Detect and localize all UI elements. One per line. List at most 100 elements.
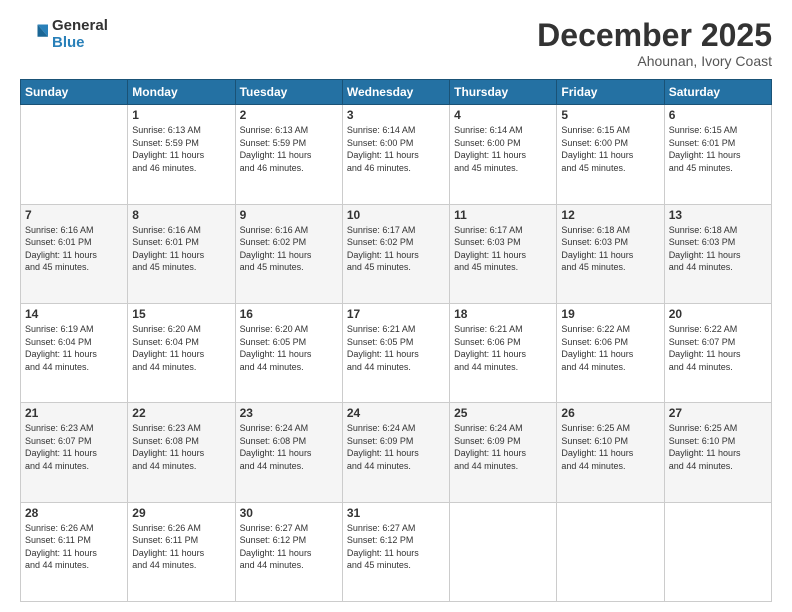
calendar-cell: 8Sunrise: 6:16 AMSunset: 6:01 PMDaylight… (128, 204, 235, 303)
calendar-cell: 7 Sunrise: 6:16 AMSunset: 6:01 PMDaylight… (21, 204, 128, 303)
cell-info: Sunrise: 6:18 AMSunset: 6:03 PMDaylight:… (561, 224, 659, 274)
logo-icon (20, 21, 48, 49)
day-number: 22 (132, 406, 230, 420)
calendar-cell: 15 Sunrise: 6:20 AMSunset: 6:04 PMDayligh… (128, 303, 235, 402)
calendar-cell: 28 Sunrise: 6:26 AMSunset: 6:11 PMDayligh… (21, 502, 128, 601)
location-subtitle: Ahounan, Ivory Coast (537, 53, 772, 69)
day-number: 28 (25, 506, 123, 520)
calendar-cell: 13 Sunrise: 6:18 AMSunset: 6:03 PMDayligh… (664, 204, 771, 303)
logo-blue: Blue (52, 35, 108, 52)
day-number: 6 (669, 108, 767, 122)
calendar-week-row: 7 Sunrise: 6:16 AMSunset: 6:01 PMDaylight… (21, 204, 772, 303)
day-number: 31 (347, 506, 445, 520)
calendar-cell: 9Sunrise: 6:16 AMSunset: 6:02 PMDaylight… (235, 204, 342, 303)
cell-info: Sunrise: 6:20 AMSunset: 6:05 PMDaylight:… (240, 323, 338, 373)
day-number: 1 (132, 108, 230, 122)
day-number: 26 (561, 406, 659, 420)
day-header-saturday: Saturday (664, 80, 771, 105)
calendar-cell (664, 502, 771, 601)
cell-info: Sunrise: 6:15 AMSunset: 6:00 PMDaylight:… (561, 124, 659, 174)
cell-info: Sunrise: 6:22 AMSunset: 6:06 PMDaylight:… (561, 323, 659, 373)
day-number: 7 (25, 208, 123, 222)
day-number: 3 (347, 108, 445, 122)
calendar-week-row: 21 Sunrise: 6:23 AMSunset: 6:07 PMDayligh… (21, 403, 772, 502)
day-number: 16 (240, 307, 338, 321)
day-number: 25 (454, 406, 552, 420)
cell-info: Sunrise: 6:14 AMSunset: 6:00 PMDaylight:… (454, 124, 552, 174)
calendar: SundayMondayTuesdayWednesdayThursdayFrid… (20, 79, 772, 602)
day-number: 27 (669, 406, 767, 420)
calendar-header-row: SundayMondayTuesdayWednesdayThursdayFrid… (21, 80, 772, 105)
calendar-cell: 29 Sunrise: 6:26 AMSunset: 6:11 PMDayligh… (128, 502, 235, 601)
calendar-cell: 26Sunrise: 6:25 AMSunset: 6:10 PMDayligh… (557, 403, 664, 502)
calendar-cell: 14 Sunrise: 6:19 AMSunset: 6:04 PMDayligh… (21, 303, 128, 402)
cell-info: Sunrise: 6:24 AMSunset: 6:09 PMDaylight:… (454, 422, 552, 472)
day-number: 19 (561, 307, 659, 321)
page: General Blue December 2025 Ahounan, Ivor… (0, 0, 792, 612)
cell-info: Sunrise: 6:17 AMSunset: 6:03 PMDaylight:… (454, 224, 552, 274)
day-number: 30 (240, 506, 338, 520)
cell-info: Sunrise: 6:15 AMSunset: 6:01 PMDaylight:… (669, 124, 767, 174)
cell-info: Sunrise: 6:21 AMSunset: 6:06 PMDaylight:… (454, 323, 552, 373)
day-header-monday: Monday (128, 80, 235, 105)
cell-info: Sunrise: 6:27 AMSunset: 6:12 PMDaylight:… (240, 522, 338, 572)
day-number: 14 (25, 307, 123, 321)
calendar-cell: 23 Sunrise: 6:24 AMSunset: 6:08 PMDayligh… (235, 403, 342, 502)
header: General Blue December 2025 Ahounan, Ivor… (20, 18, 772, 69)
day-number: 24 (347, 406, 445, 420)
day-number: 2 (240, 108, 338, 122)
calendar-cell: 27 Sunrise: 6:25 AMSunset: 6:10 PMDayligh… (664, 403, 771, 502)
cell-info: Sunrise: 6:20 AMSunset: 6:04 PMDaylight:… (132, 323, 230, 373)
cell-info: Sunrise: 6:25 AMSunset: 6:10 PMDaylight:… (669, 422, 767, 472)
calendar-cell (21, 105, 128, 204)
cell-info: Sunrise: 6:14 AMSunset: 6:00 PMDaylight:… (347, 124, 445, 174)
cell-info: Sunrise: 6:16 AMSunset: 6:01 PMDaylight:… (25, 224, 123, 274)
day-number: 23 (240, 406, 338, 420)
cell-info: Sunrise: 6:19 AMSunset: 6:04 PMDaylight:… (25, 323, 123, 373)
calendar-week-row: 14 Sunrise: 6:19 AMSunset: 6:04 PMDayligh… (21, 303, 772, 402)
month-title: December 2025 (537, 18, 772, 53)
day-number: 15 (132, 307, 230, 321)
cell-info: Sunrise: 6:23 AMSunset: 6:08 PMDaylight:… (132, 422, 230, 472)
cell-info: Sunrise: 6:26 AMSunset: 6:11 PMDaylight:… (132, 522, 230, 572)
cell-info: Sunrise: 6:26 AMSunset: 6:11 PMDaylight:… (25, 522, 123, 572)
day-number: 10 (347, 208, 445, 222)
day-header-sunday: Sunday (21, 80, 128, 105)
calendar-cell: 10 Sunrise: 6:17 AMSunset: 6:02 PMDayligh… (342, 204, 449, 303)
cell-info: Sunrise: 6:18 AMSunset: 6:03 PMDaylight:… (669, 224, 767, 274)
calendar-cell: 12Sunrise: 6:18 AMSunset: 6:03 PMDayligh… (557, 204, 664, 303)
cell-info: Sunrise: 6:13 AMSunset: 5:59 PMDaylight:… (240, 124, 338, 174)
cell-info: Sunrise: 6:17 AMSunset: 6:02 PMDaylight:… (347, 224, 445, 274)
calendar-cell: 20 Sunrise: 6:22 AMSunset: 6:07 PMDayligh… (664, 303, 771, 402)
calendar-cell: 17Sunrise: 6:21 AMSunset: 6:05 PMDayligh… (342, 303, 449, 402)
day-number: 4 (454, 108, 552, 122)
calendar-week-row: 1 Sunrise: 6:13 AMSunset: 5:59 PMDaylight… (21, 105, 772, 204)
title-block: December 2025 Ahounan, Ivory Coast (537, 18, 772, 69)
cell-info: Sunrise: 6:16 AMSunset: 6:01 PMDaylight:… (132, 224, 230, 274)
logo-general: General (52, 18, 108, 35)
calendar-cell: 16 Sunrise: 6:20 AMSunset: 6:05 PMDayligh… (235, 303, 342, 402)
cell-info: Sunrise: 6:16 AMSunset: 6:02 PMDaylight:… (240, 224, 338, 274)
calendar-cell: 3 Sunrise: 6:14 AMSunset: 6:00 PMDaylight… (342, 105, 449, 204)
day-number: 21 (25, 406, 123, 420)
cell-info: Sunrise: 6:23 AMSunset: 6:07 PMDaylight:… (25, 422, 123, 472)
calendar-cell: 25 Sunrise: 6:24 AMSunset: 6:09 PMDayligh… (450, 403, 557, 502)
day-header-tuesday: Tuesday (235, 80, 342, 105)
calendar-cell: 6 Sunrise: 6:15 AMSunset: 6:01 PMDaylight… (664, 105, 771, 204)
cell-info: Sunrise: 6:24 AMSunset: 6:08 PMDaylight:… (240, 422, 338, 472)
calendar-cell: 18Sunrise: 6:21 AMSunset: 6:06 PMDayligh… (450, 303, 557, 402)
calendar-cell (450, 502, 557, 601)
calendar-cell: 2 Sunrise: 6:13 AMSunset: 5:59 PMDaylight… (235, 105, 342, 204)
cell-info: Sunrise: 6:13 AMSunset: 5:59 PMDaylight:… (132, 124, 230, 174)
logo-text: General Blue (52, 18, 108, 51)
day-number: 29 (132, 506, 230, 520)
calendar-cell: 30 Sunrise: 6:27 AMSunset: 6:12 PMDayligh… (235, 502, 342, 601)
logo: General Blue (20, 18, 108, 51)
day-number: 13 (669, 208, 767, 222)
calendar-cell: 21 Sunrise: 6:23 AMSunset: 6:07 PMDayligh… (21, 403, 128, 502)
cell-info: Sunrise: 6:22 AMSunset: 6:07 PMDaylight:… (669, 323, 767, 373)
day-number: 20 (669, 307, 767, 321)
day-header-friday: Friday (557, 80, 664, 105)
day-number: 5 (561, 108, 659, 122)
calendar-cell: 22 Sunrise: 6:23 AMSunset: 6:08 PMDayligh… (128, 403, 235, 502)
